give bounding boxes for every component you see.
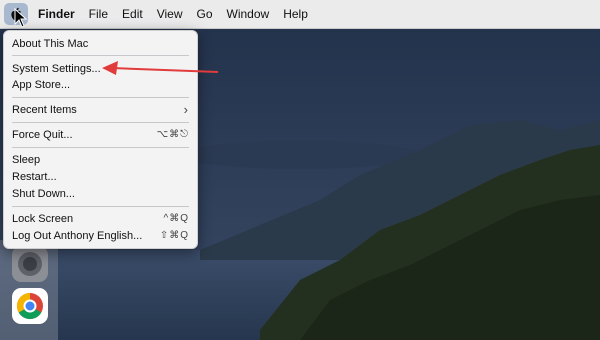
menubar-help[interactable]: Help bbox=[283, 7, 308, 21]
menu-separator bbox=[12, 206, 189, 207]
menubar-go[interactable]: Go bbox=[197, 7, 213, 21]
menu-item-label: App Store... bbox=[12, 79, 71, 91]
menubar-edit[interactable]: Edit bbox=[122, 7, 143, 21]
system-settings-dock-icon[interactable] bbox=[12, 246, 48, 282]
menubar-window[interactable]: Window bbox=[227, 7, 270, 21]
menu-item-about-this-mac[interactable]: About This Mac bbox=[12, 36, 189, 52]
menu-item-log-out[interactable]: Log Out Anthony English... ⇧⌘Q bbox=[12, 228, 189, 244]
menu-item-shortcut: ^⌘Q bbox=[163, 213, 189, 224]
menubar-file[interactable]: File bbox=[89, 7, 108, 21]
menu-item-label: Restart... bbox=[12, 171, 57, 183]
menu-item-shut-down[interactable]: Shut Down... bbox=[12, 186, 189, 202]
menu-separator bbox=[12, 97, 189, 98]
menu-item-label: Lock Screen bbox=[12, 213, 74, 225]
menubar-view[interactable]: View bbox=[157, 7, 183, 21]
gear-icon bbox=[18, 252, 42, 276]
chevron-right-icon: › bbox=[183, 102, 189, 117]
dock bbox=[0, 240, 58, 340]
menu-bar: Finder File Edit View Go Window Help bbox=[0, 0, 600, 29]
menu-item-restart[interactable]: Restart... bbox=[12, 169, 189, 185]
menu-separator bbox=[12, 55, 189, 56]
menu-item-system-settings[interactable]: System Settings... bbox=[12, 61, 189, 77]
menu-item-label: Recent Items bbox=[12, 104, 77, 116]
menu-item-label: Force Quit... bbox=[12, 129, 73, 141]
menu-separator bbox=[12, 147, 189, 148]
menu-item-label: About This Mac bbox=[12, 38, 89, 50]
menu-item-sleep[interactable]: Sleep bbox=[12, 152, 189, 168]
menu-separator bbox=[12, 122, 189, 123]
menu-item-shortcut: ⇧⌘Q bbox=[159, 230, 189, 241]
menu-item-label: System Settings... bbox=[12, 63, 101, 75]
menubar-app-name[interactable]: Finder bbox=[38, 7, 75, 21]
mouse-pointer-icon bbox=[14, 8, 28, 28]
menu-item-label: Shut Down... bbox=[12, 188, 75, 200]
chrome-dock-icon[interactable] bbox=[12, 288, 48, 324]
chrome-icon bbox=[16, 292, 43, 320]
menu-item-shortcut: ⌥⌘⎋ bbox=[156, 129, 189, 140]
menu-item-label: Log Out Anthony English... bbox=[12, 230, 143, 242]
menu-item-lock-screen[interactable]: Lock Screen ^⌘Q bbox=[12, 211, 189, 227]
menu-item-label: Sleep bbox=[12, 154, 41, 166]
apple-menu-dropdown: About This Mac System Settings... App St… bbox=[3, 30, 198, 249]
menu-item-app-store[interactable]: App Store... bbox=[12, 77, 189, 93]
menu-item-force-quit[interactable]: Force Quit... ⌥⌘⎋ bbox=[12, 127, 189, 143]
menu-item-recent-items[interactable]: Recent Items › bbox=[12, 102, 189, 118]
